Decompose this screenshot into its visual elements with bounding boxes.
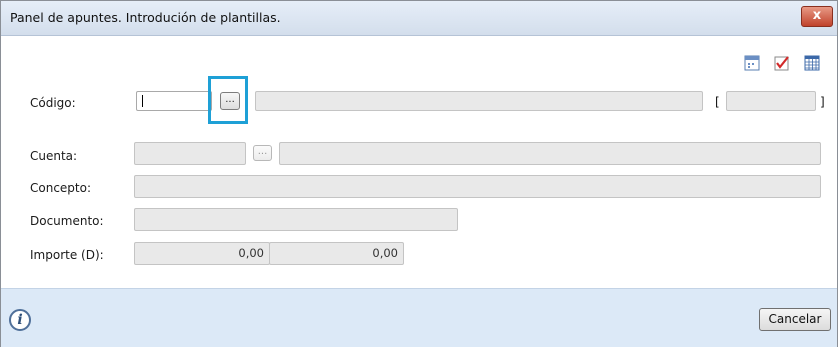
focus-highlight [208,76,248,124]
codigo-input[interactable] [136,91,212,111]
codigo-description-field [255,91,703,111]
checklist-icon[interactable] [774,55,790,71]
cancel-button[interactable]: Cancelar [759,308,831,331]
text-caret [142,95,143,107]
close-icon: x [812,8,822,23]
grid-icon[interactable] [804,55,820,71]
codigo-label: Código: [30,96,76,110]
importe-debe-field[interactable]: 0,00 [134,242,270,265]
cuenta-description-field [279,142,821,165]
documento-label: Documento: [30,214,104,228]
importe-haber-field[interactable]: 0,00 [269,242,404,265]
codigo-extra-field [726,91,816,111]
calendar-icon[interactable] [744,55,760,71]
documento-input[interactable] [134,208,458,231]
cuenta-label: Cuenta: [30,149,78,163]
dialog-window: Panel de apuntes. Introdución de plantil… [0,0,838,347]
importe-label: Importe (D): [30,248,104,262]
info-icon[interactable]: i [9,309,31,331]
bracket-open: [ [715,95,720,109]
cuenta-lookup-button[interactable]: ... [253,145,272,161]
cuenta-input[interactable] [134,142,246,165]
concepto-input[interactable] [134,175,821,198]
dialog-footer: i Cancelar [1,288,837,347]
concepto-label: Concepto: [30,181,92,195]
ellipsis-icon: ... [257,146,268,157]
close-button[interactable]: x [801,6,833,27]
bracket-close: ] [820,95,825,109]
title-bar[interactable]: Panel de apuntes. Introdución de plantil… [1,1,837,36]
window-title: Panel de apuntes. Introdución de plantil… [10,10,281,25]
